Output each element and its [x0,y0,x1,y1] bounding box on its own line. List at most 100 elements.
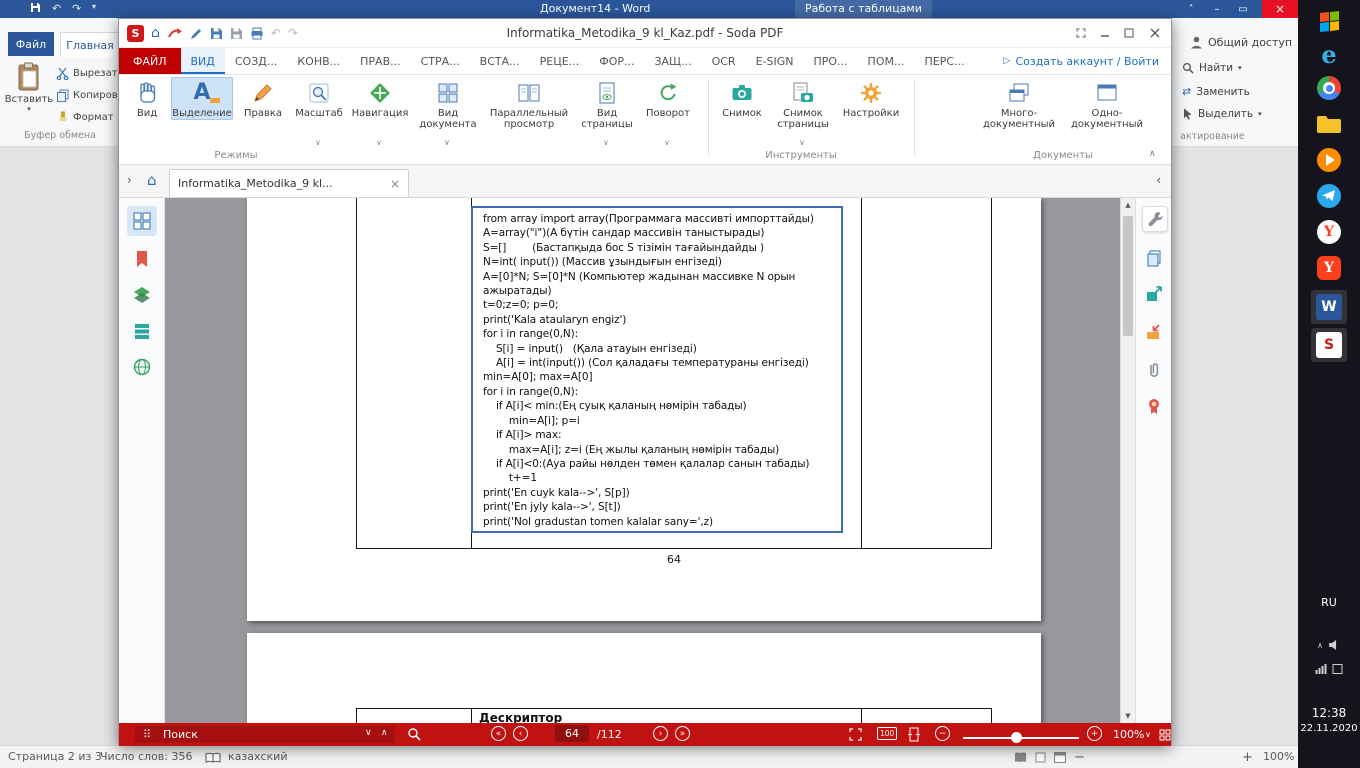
rotate-button[interactable]: Поворот [641,78,695,119]
navigation-caret-icon[interactable]: ∨ [376,138,382,147]
certificate-panel-icon[interactable] [1142,394,1166,418]
proofing-icon[interactable] [205,752,221,764]
language-indicator[interactable]: RU [1298,596,1360,609]
page-snapshot-button[interactable]: Снимок страницы [771,78,835,130]
volume-icon[interactable] [1329,640,1341,650]
navigation-button[interactable]: Навигация [349,78,411,119]
soda-close-button[interactable] [1143,22,1167,44]
menu-secure[interactable]: ЗАЩ... [644,48,701,74]
right-panel-collapse-icon[interactable]: ‹ [1156,173,1161,187]
search-icon[interactable] [407,727,421,741]
quick-share-icon[interactable] [167,26,183,40]
fit-page-button[interactable] [907,727,921,742]
print-layout-icon[interactable] [1035,752,1046,763]
tray-icons-2[interactable] [1316,664,1343,674]
menu-insert[interactable]: ВСТА... [470,48,530,74]
network-icon[interactable] [1316,664,1327,674]
media-player-icon[interactable] [1317,148,1341,172]
language-status[interactable]: казахский [228,750,287,763]
zoom-percent[interactable]: 100% [1113,728,1144,741]
page-layout-button[interactable] [1159,729,1171,741]
word-tab-file[interactable]: Файл [8,32,54,56]
share-button[interactable]: Общий доступ [1190,36,1292,49]
rotate-caret-icon[interactable]: ∨ [664,138,670,147]
web-layout-icon[interactable] [1054,752,1066,763]
scroll-up-icon[interactable]: ▲ [1121,201,1135,209]
panel-expand-icon[interactable]: › [127,173,132,187]
page-thumbnails-panel-icon[interactable] [127,206,157,236]
home-icon[interactable]: ⌂ [151,25,160,41]
zoom-out-button[interactable]: − [935,726,950,741]
word-zoom-level[interactable]: 100% [1263,750,1294,763]
word-zoom-out-button[interactable]: − [1074,750,1085,765]
scrollbar-thumb[interactable] [1123,216,1133,336]
parallel-view-button[interactable]: Параллельный просмотр [485,78,573,130]
collapse-ribbon-icon[interactable]: ∧ [1149,149,1156,159]
page-status[interactable]: Страница 2 из 3 [8,750,102,763]
drag-dots-icon[interactable]: ⠿ [143,728,151,741]
fullscreen-button[interactable] [849,728,862,741]
menu-pro[interactable]: ПРО... [803,48,857,74]
actual-size-button[interactable]: 100 [877,727,897,740]
document-tab[interactable]: Informatika_Metodika_9 kl... × [169,169,409,197]
settings-button[interactable]: Настройки [841,78,901,119]
ie-icon[interactable]: e [1321,40,1336,69]
single-document-button[interactable]: Одно- документный [1067,78,1147,130]
word-minimize-button[interactable]: – [1204,0,1230,18]
snapshot-button[interactable]: Снимок [717,78,767,119]
menu-personalize[interactable]: ПЕРС... [914,48,974,74]
undo-icon[interactable]: ↶ [52,2,61,15]
save-icon[interactable] [30,2,41,13]
date[interactable]: 22.11.2020 [1298,723,1360,734]
replace-button[interactable]: ⇄ Заменить [1182,85,1250,98]
page-view-caret-icon[interactable]: ∨ [603,138,609,147]
word-tab-home[interactable]: Главная [60,32,120,57]
zoom-in-button[interactable]: + [1087,726,1102,741]
edit-pencil-icon[interactable] [190,27,203,40]
zoom-caret-icon[interactable]: ∨ [315,138,321,147]
menu-file[interactable]: ФАЙЛ [119,48,181,74]
document-view-button[interactable]: Вид документа [415,78,481,130]
menu-convert[interactable]: КОНВ... [287,48,350,74]
export-panel-icon[interactable] [1142,282,1166,306]
ribbon-display-icon[interactable]: ˄ [1178,0,1204,18]
soda-minimize-button[interactable] [1093,22,1117,44]
page-view-button[interactable]: Вид страницы [577,78,637,130]
save-icon[interactable] [210,27,223,40]
current-page-box[interactable]: 64 [555,725,589,742]
paste-button[interactable]: Вставить ▾ [6,62,52,138]
menu-view[interactable]: ВИД [181,48,225,74]
zoom-caret-icon[interactable]: ∨ [1145,730,1151,739]
zoom-slider-thumb[interactable] [1011,732,1022,743]
menu-review[interactable]: РЕЦЕ... [530,48,590,74]
multi-document-button[interactable]: Много- документный [979,78,1059,130]
pages-copy-panel-icon[interactable] [1142,246,1166,270]
read-mode-icon[interactable] [1014,752,1027,763]
word-zoom-in-button[interactable]: + [1242,750,1253,765]
print-icon[interactable] [250,27,264,40]
zoom-button[interactable]: Масштаб [293,78,345,119]
prev-page-button[interactable]: ‹ [513,726,528,741]
clock[interactable]: 12:38 [1298,706,1360,720]
word-count-status[interactable]: Число слов: 356 [100,750,193,763]
select-button[interactable]: Выделить ▾ [1182,108,1262,120]
undo-icon[interactable]: ↶ [271,26,281,40]
cut-button[interactable]: Вырезать [56,64,123,82]
search-next-icon[interactable]: ∧ [381,728,388,738]
bookmarks-panel-icon[interactable] [127,244,157,274]
start-button[interactable] [1312,6,1346,36]
search-prev-icon[interactable]: ∨ [365,728,372,738]
import-panel-icon[interactable] [1142,320,1166,344]
menu-forms[interactable]: ФОР... [589,48,644,74]
tab-close-icon[interactable]: × [390,177,400,191]
telegram-icon[interactable] [1317,184,1341,208]
format-painter-button[interactable]: Формат [56,108,114,126]
tools-panel-icon[interactable] [1142,206,1168,232]
menu-esign[interactable]: E-SIGN [746,48,804,74]
view-mode-button[interactable]: Вид [127,78,167,119]
scroll-down-icon[interactable]: ▼ [1121,712,1135,720]
document-canvas[interactable]: from array import array(Программага масс… [165,198,1120,723]
word-close-button[interactable]: × [1262,0,1298,18]
soda-fullscreen-button[interactable] [1069,22,1093,44]
tray-icons[interactable]: ∧ [1317,640,1341,650]
